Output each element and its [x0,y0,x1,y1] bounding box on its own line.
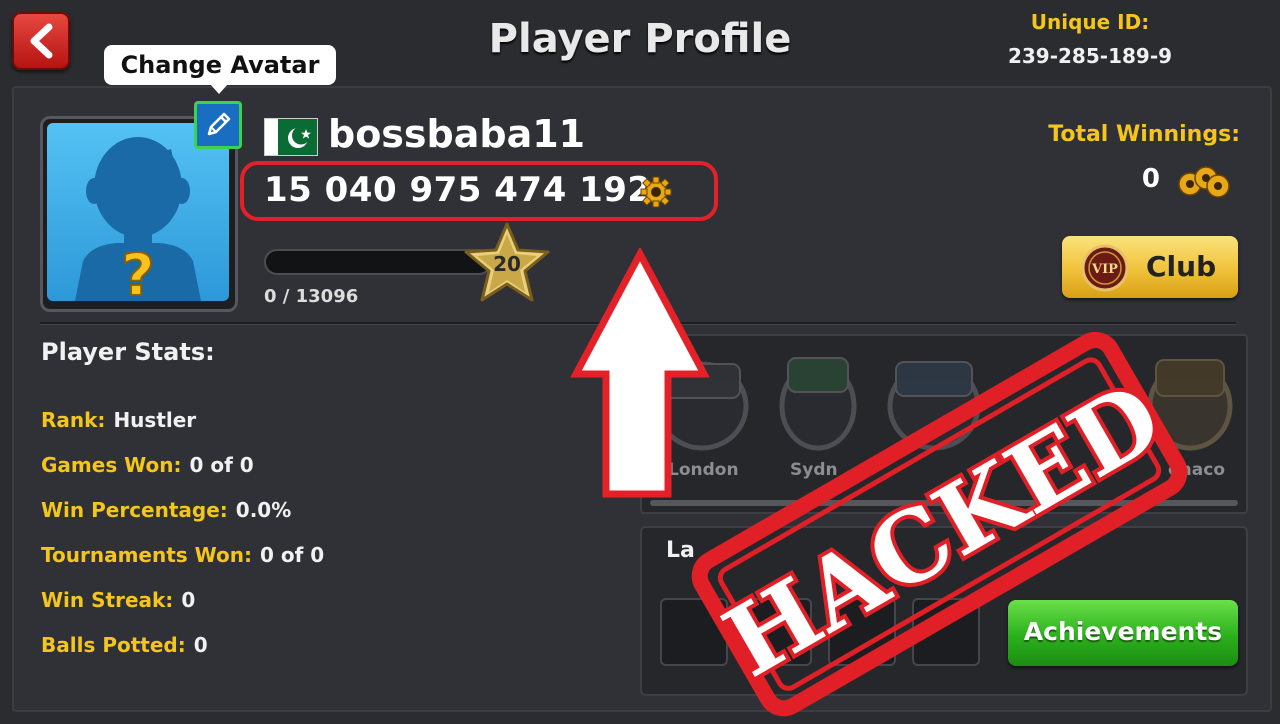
club-label: Club [1146,250,1217,283]
level-star-icon: 20 [462,222,552,306]
stat-value: Hustler [113,408,197,432]
stat-label: Games Won: [41,453,182,477]
stat-value: 0.0% [235,498,292,522]
stat-win-percentage: Win Percentage: 0.0% [41,498,291,522]
stat-games-won: Games Won: 0 of 0 [41,453,254,477]
xp-text: 0 / 13096 [264,286,359,307]
total-winnings-label: Total Winnings: [1048,122,1240,147]
stat-label: Rank: [41,408,106,432]
back-arrow-icon [30,23,53,59]
stat-value: 0 [193,633,208,657]
country-flag-icon [264,118,318,156]
pencil-icon [207,112,231,136]
stat-win-streak: Win Streak: 0 [41,588,195,612]
coins-balance: 15 040 975 474 192 [264,170,652,210]
tooltip-pointer [210,84,228,94]
up-arrow-annotation-icon [570,246,710,508]
hacked-stamp-icon: HACKED [690,330,1190,724]
stat-value: 0 of 0 [189,453,254,477]
stat-tournaments-won: Tournaments Won: 0 of 0 [41,543,324,567]
back-button[interactable] [12,12,70,70]
total-winnings-value: 0 [1141,164,1160,194]
change-avatar-tooltip: Change Avatar [104,45,336,85]
svg-text:?: ? [121,241,155,301]
player-stats-title: Player Stats: [41,338,215,366]
stat-label: Win Percentage: [41,498,228,522]
level-number: 20 [493,252,521,276]
unique-id-value: 239-285-189-9 [1007,44,1173,68]
stat-rank: Rank: Hustler [41,408,196,432]
stat-balls-potted: Balls Potted: 0 [41,633,208,657]
username: bossbaba11 [328,112,586,156]
xp-progress-bar [264,249,492,275]
stat-label: Tournaments Won: [41,543,252,567]
stat-label: Win Streak: [41,588,174,612]
stat-label: Balls Potted: [41,633,186,657]
vip-badge-text: VIP [1091,262,1118,277]
edit-avatar-button[interactable] [194,101,242,149]
vip-badge-icon: VIP [1080,244,1130,296]
stat-value: 0 [181,588,196,612]
stat-value: 0 of 0 [259,543,325,567]
coin-stack-icon [1176,160,1232,204]
avatar[interactable]: ? [47,123,229,301]
coin-icon [640,176,672,212]
page-title: Player Profile [488,16,792,62]
unique-id-label: Unique ID: [1030,10,1150,34]
default-avatar-silhouette-icon: ? [75,137,201,301]
